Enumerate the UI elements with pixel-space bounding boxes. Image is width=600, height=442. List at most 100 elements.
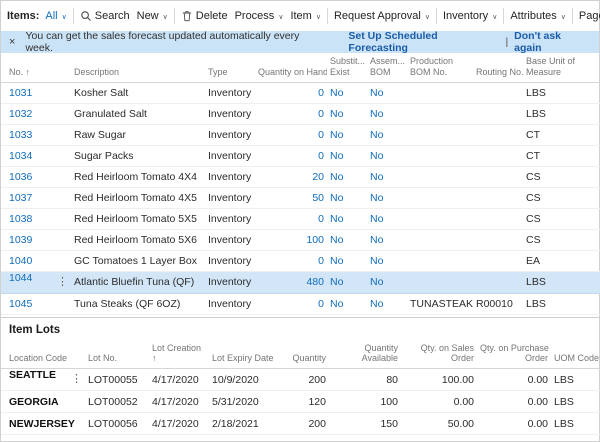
items_table-cell-type[interactable]: Inventory — [205, 124, 255, 145]
item_lots-col-qty_on_sales_order[interactable]: Qty. on SalesOrder — [401, 340, 477, 369]
new-button[interactable]: New ∨ — [136, 8, 169, 24]
items_table-cell-substitutes_exist[interactable]: No — [327, 229, 367, 250]
items_table-row[interactable]: 1045Tuna Steaks (QF 6OZ)Inventory0NoNoTU… — [1, 293, 600, 314]
item_lots-cell-lot_no[interactable]: LOT00052 — [85, 391, 149, 413]
items_table-cell-base_uom[interactable]: CS — [523, 208, 600, 229]
items_table-cell-qty_on_hand[interactable]: 100 — [255, 229, 327, 250]
items_table-cell-no[interactable]: 1031 — [1, 82, 71, 103]
close-icon[interactable]: × — [9, 37, 15, 48]
item_lots-cell-quantity_available[interactable]: 100 — [329, 391, 401, 413]
items_table-cell-routing_no[interactable] — [473, 229, 523, 250]
items_table-cell-production_bom_no[interactable]: TUNASTEAKS — [407, 293, 473, 314]
items_table-col-production_bom_no[interactable]: ProductionBOM No. — [407, 53, 473, 82]
items_table-cell-no[interactable]: 1034 — [1, 145, 71, 166]
item_lots-cell-lot_expiry_date[interactable]: 5/31/2020 — [209, 391, 275, 413]
items_table-cell-production_bom_no[interactable] — [407, 145, 473, 166]
items_table-cell-routing_no[interactable] — [473, 145, 523, 166]
items_table-cell-routing_no[interactable] — [473, 103, 523, 124]
item_lots-cell-lot_expiry_date[interactable]: 2/18/2021 — [209, 413, 275, 435]
items_table-cell-substitutes_exist[interactable]: No — [327, 124, 367, 145]
process-menu[interactable]: Process ∨ — [234, 8, 285, 24]
item_lots-col-location_code[interactable]: Location Code — [1, 340, 85, 369]
items_table-cell-base_uom[interactable]: LBS — [523, 82, 600, 103]
item_lots-col-quantity[interactable]: Quantity — [275, 340, 329, 369]
items_table-cell-production_bom_no[interactable] — [407, 271, 473, 293]
items_table-cell-description[interactable]: Red Heirloom Tomato 4X4 — [71, 166, 205, 187]
items_table-cell-assembly_bom[interactable]: No — [367, 124, 407, 145]
items_table-cell-description[interactable]: Granulated Salt — [71, 103, 205, 124]
item_lots-cell-lot_expiry_date[interactable]: 10/9/2020 — [209, 369, 275, 391]
items_table-cell-qty_on_hand[interactable]: 0 — [255, 82, 327, 103]
items_table-cell-no[interactable]: 1039 — [1, 229, 71, 250]
items_table-cell-routing_no[interactable] — [473, 208, 523, 229]
search-button[interactable]: Search — [79, 8, 131, 24]
items_table-row[interactable]: 1032Granulated SaltInventory0NoNoLBS — [1, 103, 600, 124]
items_table-cell-description[interactable]: Raw Sugar — [71, 124, 205, 145]
items_table-cell-assembly_bom[interactable]: No — [367, 271, 407, 293]
items_table-cell-type[interactable]: Inventory — [205, 271, 255, 293]
items_table-row[interactable]: 1036Red Heirloom Tomato 4X4Inventory20No… — [1, 166, 600, 187]
items_table-cell-type[interactable]: Inventory — [205, 293, 255, 314]
items_table-row[interactable]: ⋮1044Atlantic Bluefin Tuna (QF)Inventory… — [1, 271, 600, 293]
item_lots-cell-lot_creation[interactable]: 4/17/2020 — [149, 413, 209, 435]
items_table-cell-production_bom_no[interactable] — [407, 250, 473, 271]
items_table-col-routing_no[interactable]: Routing No. — [473, 53, 523, 82]
items_table-col-assembly_bom[interactable]: Assem...BOM — [367, 53, 407, 82]
items_table-cell-type[interactable]: Inventory — [205, 250, 255, 271]
setup-scheduled-forecasting-link[interactable]: Set Up Scheduled Forecasting — [348, 30, 499, 54]
items_table-cell-base_uom[interactable]: CT — [523, 124, 600, 145]
items_table-cell-routing_no[interactable] — [473, 166, 523, 187]
item_lots-cell-location_code[interactable]: ⋮SEATTLE — [1, 369, 85, 391]
items_table-cell-substitutes_exist[interactable]: No — [327, 250, 367, 271]
item_lots-cell-lot_creation[interactable]: 4/17/2020 — [149, 369, 209, 391]
items_table-cell-base_uom[interactable]: LBS — [523, 103, 600, 124]
items_table-cell-substitutes_exist[interactable]: No — [327, 166, 367, 187]
items_table-col-qty_on_hand[interactable]: Quantity on Hand — [255, 53, 327, 82]
items_table-row[interactable]: 1037Red Heirloom Tomato 4X5Inventory50No… — [1, 187, 600, 208]
items_table-cell-type[interactable]: Inventory — [205, 166, 255, 187]
item-menu[interactable]: Item ∨ — [289, 8, 322, 24]
items_table-cell-production_bom_no[interactable] — [407, 166, 473, 187]
items_table-cell-no[interactable]: 1037 — [1, 187, 71, 208]
item_lots-cell-quantity[interactable]: 200 — [275, 413, 329, 435]
items_table-cell-assembly_bom[interactable]: No — [367, 166, 407, 187]
items-filter-dropdown[interactable]: All ∨ — [44, 8, 67, 24]
items_table-cell-no[interactable]: 1033 — [1, 124, 71, 145]
items_table-cell-production_bom_no[interactable] — [407, 103, 473, 124]
items_table-cell-base_uom[interactable]: LBS — [523, 271, 600, 293]
item_lots-col-lot_no[interactable]: Lot No. — [85, 340, 149, 369]
items_table-cell-no[interactable]: 1040 — [1, 250, 71, 271]
items_table-cell-routing_no[interactable] — [473, 82, 523, 103]
item_lots-cell-qty_on_sales_order[interactable]: 50.00 — [401, 413, 477, 435]
items_table-cell-substitutes_exist[interactable]: No — [327, 187, 367, 208]
dont-ask-again-link[interactable]: Don't ask again — [514, 30, 591, 54]
items_table-cell-substitutes_exist[interactable]: No — [327, 103, 367, 124]
item_lots-cell-qty_on_purchase_order[interactable]: 0.00 — [477, 391, 551, 413]
items_table-cell-qty_on_hand[interactable]: 0 — [255, 124, 327, 145]
items_table-cell-type[interactable]: Inventory — [205, 82, 255, 103]
items_table-cell-description[interactable]: Sugar Packs — [71, 145, 205, 166]
item_lots-cell-uom_code[interactable]: LBS — [551, 391, 600, 413]
item_lots-cell-qty_on_purchase_order[interactable]: 0.00 — [477, 369, 551, 391]
items_table-cell-assembly_bom[interactable]: No — [367, 250, 407, 271]
items_table-cell-routing_no[interactable] — [473, 187, 523, 208]
items_table-cell-qty_on_hand[interactable]: 0 — [255, 293, 327, 314]
item_lots-col-lot_creation[interactable]: Lot Creation↑ — [149, 340, 209, 369]
items_table-cell-no[interactable]: ⋮1044 — [1, 271, 71, 293]
item_lots-cell-qty_on_purchase_order[interactable]: 0.00 — [477, 413, 551, 435]
item_lots-cell-quantity[interactable]: 200 — [275, 369, 329, 391]
item_lots-cell-location_code[interactable]: NEWJERSEY — [1, 413, 85, 435]
items_table-cell-type[interactable]: Inventory — [205, 103, 255, 124]
items_table-cell-assembly_bom[interactable]: No — [367, 293, 407, 314]
page-menu[interactable]: Page ∨ — [578, 8, 600, 24]
items_table-cell-assembly_bom[interactable]: No — [367, 145, 407, 166]
items_table-cell-production_bom_no[interactable] — [407, 124, 473, 145]
items_table-cell-assembly_bom[interactable]: No — [367, 103, 407, 124]
items_table-row[interactable]: 1040GC Tomatoes 1 Layer BoxInventory0NoN… — [1, 250, 600, 271]
items_table-row[interactable]: 1039Red Heirloom Tomato 5X6Inventory100N… — [1, 229, 600, 250]
items_table-cell-description[interactable]: Red Heirloom Tomato 5X5 — [71, 208, 205, 229]
delete-button[interactable]: Delete — [180, 8, 229, 24]
items_table-cell-qty_on_hand[interactable]: 0 — [255, 250, 327, 271]
item_lots-cell-quantity_available[interactable]: 80 — [329, 369, 401, 391]
items_table-cell-qty_on_hand[interactable]: 480 — [255, 271, 327, 293]
